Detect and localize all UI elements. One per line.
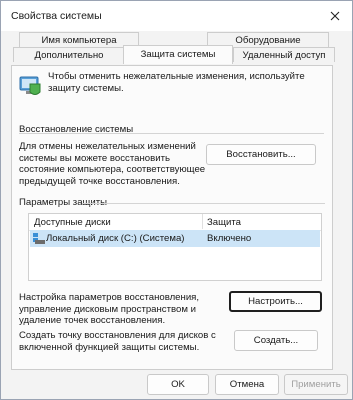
column-separator	[202, 214, 203, 229]
tab-advanced[interactable]: Дополнительно	[13, 47, 125, 62]
close-icon[interactable]	[324, 5, 346, 27]
protection-divider	[82, 203, 325, 204]
column-protection[interactable]: Защита	[207, 217, 241, 228]
window-title: Свойства системы	[11, 10, 102, 22]
drive-status: Включено	[207, 233, 252, 244]
table-row[interactable]: Локальный диск (C:) (Система) Включено	[30, 230, 320, 247]
tab-strip: Имя компьютера Оборудование Дополнительн…	[11, 31, 335, 66]
tab-system-protection[interactable]: Защита системы	[123, 45, 233, 64]
apply-button[interactable]: Применить	[284, 374, 348, 395]
column-drives[interactable]: Доступные диски	[34, 217, 111, 228]
restore-button[interactable]: Восстановить...	[206, 144, 316, 165]
restore-description: Для отмены нежелательных изменений систе…	[19, 141, 206, 187]
system-protection-panel: Чтобы отменить нежелательные изменения, …	[11, 65, 333, 370]
intro-text: Чтобы отменить нежелательные изменения, …	[48, 71, 305, 94]
title-bar: Свойства системы	[1, 1, 352, 31]
configure-button[interactable]: Настроить...	[229, 291, 322, 312]
drives-list-header: Доступные диски Защита	[29, 214, 321, 231]
drives-list[interactable]: Доступные диски Защита Локальный диск (C…	[28, 213, 322, 281]
tab-remote[interactable]: Удаленный доступ	[233, 47, 335, 62]
create-button[interactable]: Создать...	[234, 330, 318, 351]
ok-button[interactable]: OK	[147, 374, 209, 395]
drive-icon	[33, 233, 45, 247]
tab-computer-name[interactable]: Имя компьютера	[19, 32, 139, 47]
cancel-button[interactable]: Отмена	[215, 374, 279, 395]
drive-name: Локальный диск (C:) (Система)	[46, 233, 185, 244]
system-properties-window: Свойства системы Имя компьютера Оборудов…	[0, 0, 353, 400]
restore-divider	[19, 133, 324, 134]
create-text: Создать точку восстановления для дисков …	[19, 330, 216, 353]
system-protection-icon	[17, 73, 43, 102]
configure-text: Настройка параметров восстановления, упр…	[19, 292, 200, 326]
